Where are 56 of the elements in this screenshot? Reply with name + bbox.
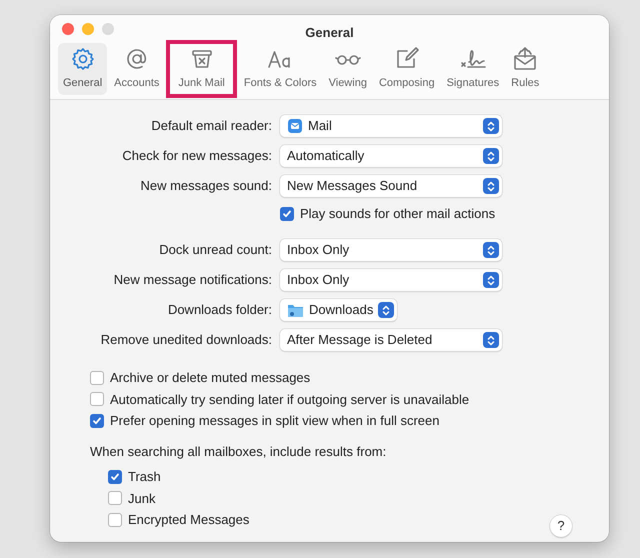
stepper-icon — [483, 178, 499, 194]
checkbox[interactable] — [90, 414, 104, 428]
folder-icon — [287, 302, 304, 318]
popup-menu[interactable]: Downloads — [280, 299, 398, 321]
zoom-button[interactable] — [102, 23, 114, 35]
popup-menu[interactable]: New Messages Sound — [280, 175, 502, 197]
stepper-icon — [483, 332, 499, 348]
checkmark-icon — [92, 416, 102, 426]
checkbox[interactable] — [90, 392, 104, 406]
checkbox[interactable] — [108, 470, 122, 484]
mail-app-icon — [287, 118, 303, 134]
checkbox[interactable] — [108, 512, 122, 527]
toolbar-tab[interactable]: Rules — [506, 43, 544, 95]
setting-label: Check for new messages: — [122, 147, 272, 166]
gear-icon — [70, 46, 96, 72]
stepper-icon — [483, 272, 499, 288]
popup-menu[interactable]: After Message is Deleted — [280, 329, 502, 351]
toolbar-tab[interactable]: Fonts & Colors — [238, 43, 322, 95]
popup-menu[interactable]: Automatically — [280, 145, 502, 167]
setting-label: Dock unread count: — [159, 241, 272, 260]
setting-label: Default email reader: — [151, 117, 272, 136]
checkbox-label: Play sounds for other mail actions — [300, 204, 496, 223]
popup-menu[interactable]: Inbox Only — [280, 269, 502, 291]
window-title: General — [305, 24, 354, 42]
envelope-icon — [512, 46, 538, 72]
option-label: Trash — [128, 468, 161, 486]
toolbar-tab[interactable]: Signatures — [442, 43, 504, 95]
option-label: Encrypted Messages — [128, 511, 250, 529]
toolbar-tab[interactable]: General — [58, 43, 108, 95]
toolbar-tab[interactable]: Junk Mail — [169, 43, 234, 95]
stepper-icon — [483, 242, 499, 258]
toolbar-tab[interactable]: Accounts — [109, 43, 164, 95]
setting-label: Remove unedited downloads: — [100, 331, 272, 350]
stepper-icon — [378, 302, 394, 318]
popup-menu[interactable]: Mail — [280, 115, 502, 137]
toolbar-tab[interactable]: Viewing — [324, 43, 372, 95]
close-button[interactable] — [62, 23, 74, 35]
section-heading: When searching all mailboxes, include results from: — [90, 442, 388, 461]
stepper-icon — [483, 118, 499, 134]
setting-label: New message notifications: — [114, 271, 272, 290]
option-label: Archive or delete muted messages — [110, 369, 310, 387]
popup-menu[interactable]: Inbox Only — [280, 239, 502, 261]
help-button[interactable]: ? — [550, 514, 572, 536]
option-label: Automatically try sending later if outgoing server is unavailable — [110, 390, 470, 409]
checkmark-icon — [282, 208, 292, 218]
setting-label: New messages sound: — [140, 177, 272, 196]
option-label: Prefer opening messages in split view when in full screen — [110, 412, 440, 430]
toolbar-tab[interactable]: Composing — [374, 43, 440, 95]
minimize-button[interactable] — [82, 23, 94, 35]
checkmark-icon — [110, 472, 120, 482]
stepper-icon — [483, 148, 499, 164]
checkbox[interactable] — [108, 491, 122, 506]
setting-label: Downloads folder: — [168, 301, 272, 320]
checkbox[interactable] — [280, 206, 294, 220]
option-label: Junk — [128, 490, 156, 508]
checkbox[interactable] — [90, 370, 104, 385]
